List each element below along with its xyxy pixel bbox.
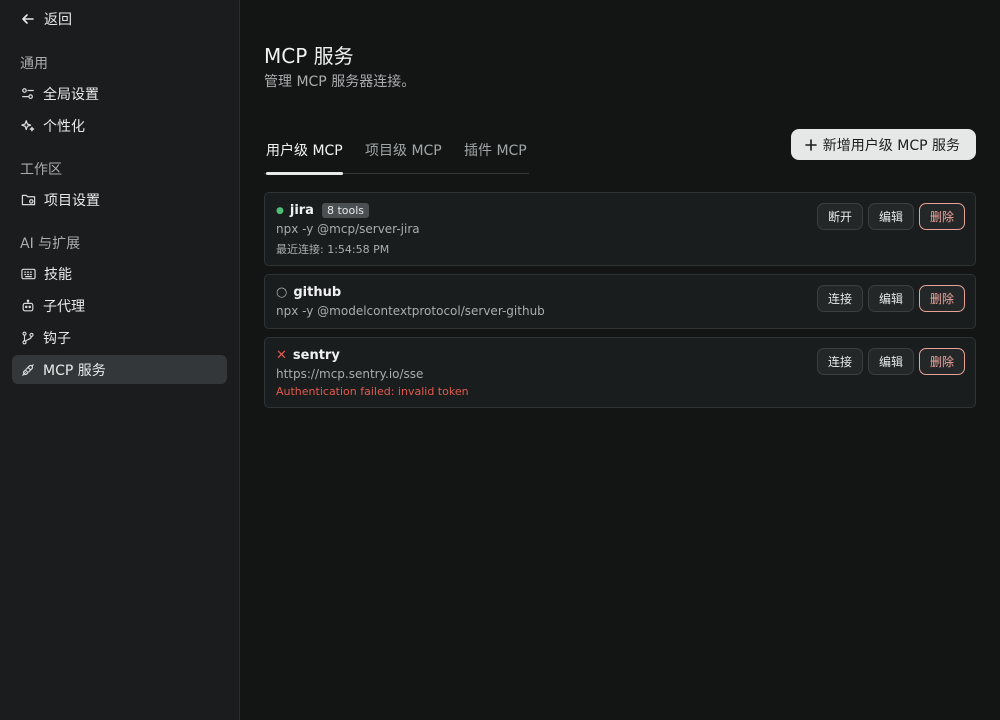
server-command: npx -y @mcp/server-jira <box>276 222 420 236</box>
server-header: ✕ sentry <box>276 348 340 363</box>
plus-icon <box>804 138 817 151</box>
folder-gear-icon <box>21 194 36 205</box>
sidebar-item-project-settings[interactable]: 项目设置 <box>12 185 227 214</box>
tab-plugin-mcp[interactable]: 插件 MCP <box>464 140 527 174</box>
delete-button[interactable]: 删除 <box>918 203 965 230</box>
error-x-icon: ✕ <box>276 348 287 363</box>
connect-button[interactable]: 连接 <box>816 285 863 312</box>
keyboard-icon <box>21 268 36 279</box>
server-header: ● jira 8 tools <box>276 203 370 218</box>
disconnect-button[interactable]: 断开 <box>816 203 863 230</box>
section-general-label: 通用 <box>20 56 48 72</box>
status-dot-icon: ● <box>276 205 284 216</box>
sidebar-item-label: 个性化 <box>43 118 85 135</box>
sidebar-item-skills[interactable]: 技能 <box>12 259 227 288</box>
edit-button[interactable]: 编辑 <box>867 348 914 375</box>
last-connected: 最近连接: 1:54:58 PM <box>276 243 390 256</box>
sidebar-item-personalization[interactable]: 个性化 <box>12 111 227 140</box>
tools-badge: 8 tools <box>321 203 370 218</box>
sliders-icon <box>22 87 34 99</box>
tab-project-mcp[interactable]: 项目级 MCP <box>365 140 442 174</box>
delete-button[interactable]: 删除 <box>918 348 965 375</box>
connect-button[interactable]: 连接 <box>816 348 863 375</box>
sidebar: 返回 通用 全局设置 个性化 工作区 项目设置 AI 与扩展 技能 子代理 钩子… <box>0 0 240 720</box>
server-card-sentry: ✕ sentry https://mcp.sentry.io/sse Authe… <box>264 337 976 408</box>
back-label: 返回 <box>44 12 72 28</box>
edit-button[interactable]: 编辑 <box>867 203 914 230</box>
sidebar-item-mcp-services[interactable]: MCP 服务 <box>12 355 227 384</box>
server-card-github: ○ github npx -y @modelcontextprotocol/se… <box>264 274 976 329</box>
sidebar-item-label: 项目设置 <box>44 192 100 209</box>
page-title: MCP 服务 <box>264 44 354 68</box>
section-ai-label: AI 与扩展 <box>20 236 81 252</box>
sidebar-item-label: 钩子 <box>43 330 71 347</box>
edit-button[interactable]: 编辑 <box>867 285 914 312</box>
server-actions: 连接 编辑 删除 <box>816 348 965 375</box>
add-button-label: 新增用户级 MCP 服务 <box>822 137 960 154</box>
sidebar-item-label: MCP 服务 <box>43 362 106 379</box>
page-subtitle: 管理 MCP 服务器连接。 <box>264 74 416 90</box>
back-button[interactable]: 返回 <box>20 8 72 30</box>
section-workspace-label: 工作区 <box>20 162 62 178</box>
robot-icon <box>22 298 34 311</box>
plug-icon <box>22 363 34 376</box>
sidebar-item-hooks[interactable]: 钩子 <box>12 323 227 352</box>
server-name: jira <box>289 203 314 218</box>
server-card-jira: ● jira 8 tools npx -y @mcp/server-jira 最… <box>264 192 976 266</box>
sidebar-item-label: 子代理 <box>43 298 85 315</box>
server-actions: 连接 编辑 删除 <box>816 285 965 312</box>
server-actions: 断开 编辑 删除 <box>816 203 965 230</box>
tab-user-mcp[interactable]: 用户级 MCP <box>266 140 343 175</box>
sidebar-item-global-settings[interactable]: 全局设置 <box>12 79 227 108</box>
server-header: ○ github <box>276 285 341 300</box>
sparkle-icon <box>21 119 35 131</box>
sidebar-item-subagents[interactable]: 子代理 <box>12 291 227 320</box>
add-mcp-server-button[interactable]: 新增用户级 MCP 服务 <box>790 129 976 160</box>
delete-button[interactable]: 删除 <box>918 285 965 312</box>
sidebar-item-label: 技能 <box>44 266 72 283</box>
server-command: https://mcp.sentry.io/sse <box>276 367 424 381</box>
server-name: sentry <box>292 348 340 363</box>
server-command: npx -y @modelcontextprotocol/server-gith… <box>276 304 545 318</box>
status-circle-icon: ○ <box>276 285 288 300</box>
sidebar-item-label: 全局设置 <box>43 86 99 103</box>
git-branch-icon <box>22 331 34 344</box>
server-name: github <box>293 285 342 300</box>
error-message: Authentication failed: invalid token <box>276 385 469 398</box>
arrow-left-icon <box>22 14 34 24</box>
tab-bar: 用户级 MCP 项目级 MCP 插件 MCP <box>264 128 529 175</box>
